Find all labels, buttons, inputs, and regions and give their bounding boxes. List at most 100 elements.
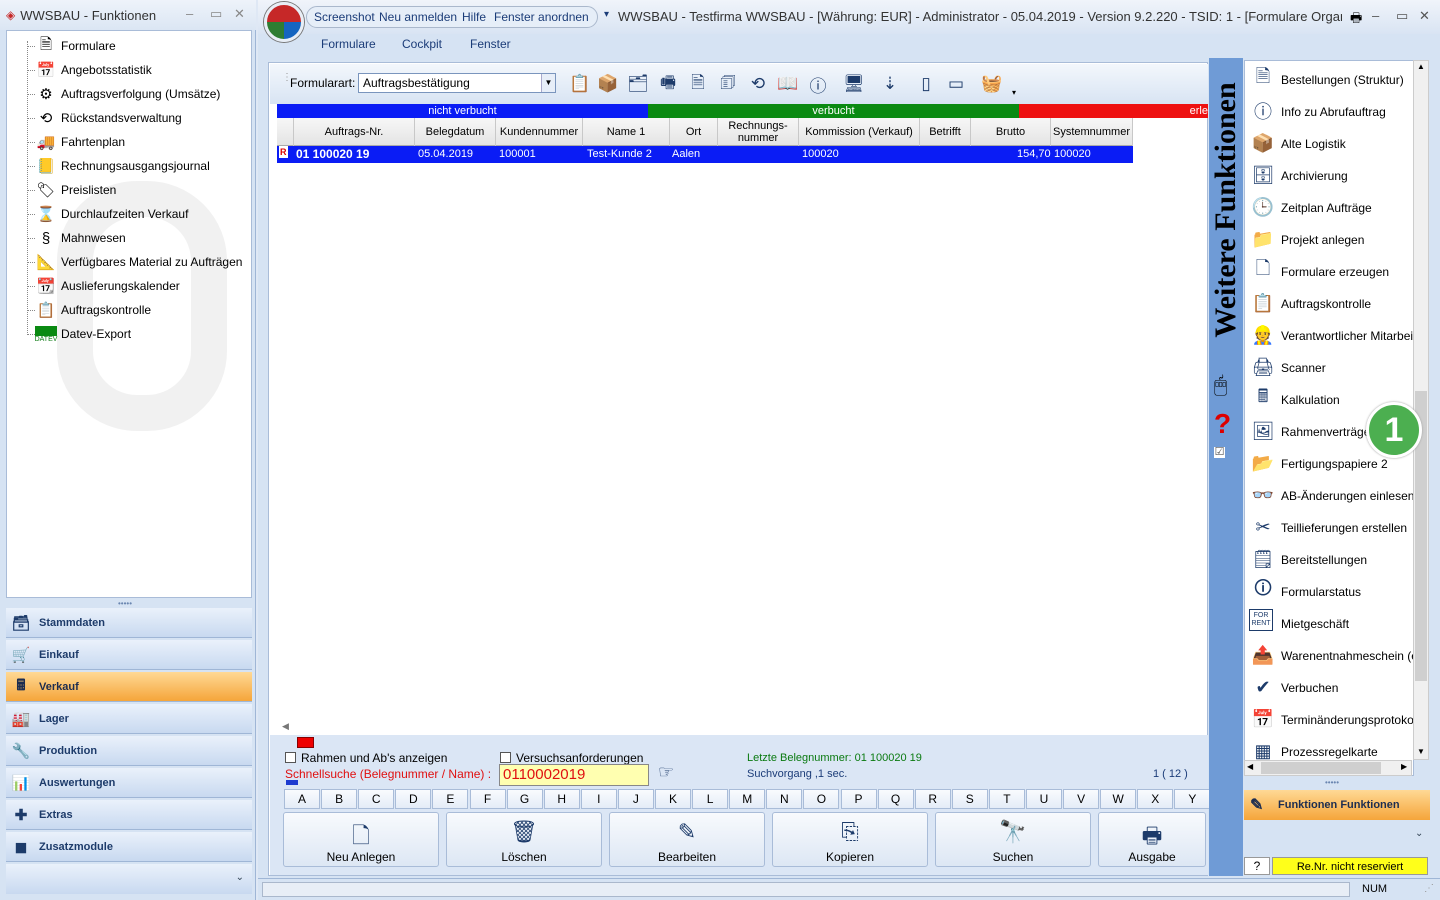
- function-item[interactable]: Prozessregelkarte: [1281, 745, 1378, 759]
- löschen-button[interactable]: 🗑 Löschen: [446, 812, 602, 867]
- nav-stammdaten[interactable]: 🗃 Stammdaten: [6, 608, 252, 638]
- letter-filter-h[interactable]: H: [543, 789, 580, 809]
- letter-filter-f[interactable]: F: [469, 789, 506, 809]
- col-systemnummer[interactable]: Systemnummer: [1051, 118, 1133, 146]
- function-item[interactable]: Warenentnahmeschein (ein: [1281, 649, 1413, 663]
- print-icon[interactable]: 🖶: [1350, 9, 1362, 31]
- rahmen-checkbox[interactable]: [285, 752, 296, 763]
- chevron-down-icon[interactable]: ⌄: [236, 872, 244, 883]
- letter-filter-a[interactable]: A: [284, 789, 320, 809]
- letter-filter-p[interactable]: P: [840, 789, 877, 809]
- function-item[interactable]: Alte Logistik: [1281, 137, 1346, 151]
- letter-filter-e[interactable]: E: [432, 789, 469, 809]
- scroll-left-icon[interactable]: ◀: [282, 721, 289, 732]
- function-item[interactable]: Verantwortlicher Mitarbeiter: [1281, 329, 1413, 343]
- letter-filter-v[interactable]: V: [1063, 789, 1100, 809]
- scroll-down-icon[interactable]: ▼: [1417, 747, 1425, 756]
- col-ort[interactable]: Ort: [670, 118, 718, 146]
- function-item[interactable]: Scanner: [1281, 361, 1326, 375]
- schnellsuche-input[interactable]: 0110002019: [499, 764, 649, 786]
- scroll-right-icon[interactable]: ▶: [1401, 762, 1407, 771]
- dropdown-arrow-icon[interactable]: ▼: [541, 74, 555, 92]
- splitter-grip[interactable]: •••••: [1325, 778, 1339, 787]
- letter-filter-l[interactable]: L: [692, 789, 729, 809]
- col-kundennummer[interactable]: Kundennummer: [496, 118, 583, 146]
- tree-item[interactable]: Preislisten: [61, 179, 116, 201]
- pin-checkbox-icon[interactable]: ☑: [1214, 447, 1225, 458]
- letter-filter-w[interactable]: W: [1100, 789, 1137, 809]
- letter-filter-n[interactable]: N: [766, 789, 803, 809]
- letter-filter-k[interactable]: K: [655, 789, 691, 809]
- nav-zusatzmodule[interactable]: ◼ Zusatzmodule: [6, 832, 252, 862]
- formularart-select[interactable]: Auftragsbestätigung ▼: [358, 73, 556, 93]
- tree-item[interactable]: Auslieferungskalender: [61, 275, 180, 297]
- tree-item[interactable]: Rechnungsausgangsjournal: [61, 155, 210, 177]
- app-orb-button[interactable]: [264, 2, 304, 42]
- scroll-left-icon[interactable]: ◀: [1247, 762, 1253, 771]
- function-item[interactable]: Rahmenverträge: [1281, 425, 1370, 439]
- monitor-icon[interactable]: 🖥: [842, 72, 866, 96]
- table-row[interactable]: R 01 100020 19 05.04.2019 100001 Test-Ku…: [277, 146, 1133, 163]
- nav-verkauf[interactable]: 🖩 Verkauf: [6, 672, 252, 702]
- info-doc-icon[interactable]: ⓘ: [806, 72, 830, 96]
- minimize-icon[interactable]: –: [1372, 8, 1379, 23]
- function-item[interactable]: Verbuchen: [1281, 681, 1338, 695]
- function-item[interactable]: Zeitplan Aufträge: [1281, 201, 1372, 215]
- function-item[interactable]: Bereitstellungen: [1281, 553, 1367, 567]
- tree-item[interactable]: Auftragsverfolgung (Umsätze): [61, 83, 220, 105]
- letter-filter-u[interactable]: U: [1026, 789, 1062, 809]
- function-item[interactable]: Teillieferungen erstellen: [1281, 521, 1407, 535]
- menu-formulare[interactable]: Formulare: [321, 37, 376, 51]
- tree-item[interactable]: Auftragskontrolle: [61, 299, 151, 321]
- letter-filter-o[interactable]: O: [803, 789, 840, 809]
- documents-icon[interactable]: 🗂: [626, 72, 650, 96]
- col-brutto[interactable]: Brutto: [971, 118, 1051, 146]
- function-item[interactable]: Projekt anlegen: [1281, 233, 1364, 247]
- letter-filter-m[interactable]: M: [729, 789, 766, 809]
- letter-filter-i[interactable]: I: [580, 789, 617, 809]
- nav-produktion[interactable]: 🔧 Produktion: [6, 736, 252, 766]
- fax-icon[interactable]: 🖷: [656, 72, 680, 96]
- function-item[interactable]: Auftragskontrolle: [1281, 297, 1371, 311]
- basket-icon[interactable]: 🧺: [980, 72, 1004, 96]
- screenshot-link[interactable]: Screenshot: [314, 10, 375, 24]
- package-icon[interactable]: 📦: [596, 72, 620, 96]
- col-rechnungsnummer[interactable]: Rechnungs- nummer: [718, 118, 799, 146]
- nav-lager[interactable]: 🏭 Lager: [6, 704, 252, 734]
- col-kommission[interactable]: Kommission (Verkauf): [799, 118, 920, 146]
- tree-item[interactable]: Verfügbares Material zu Aufträgen: [61, 251, 242, 273]
- close-icon[interactable]: ✕: [1419, 8, 1430, 24]
- book-delete-icon[interactable]: 📖: [776, 72, 800, 96]
- clipboard-icon[interactable]: 📋: [568, 72, 592, 96]
- tree-item[interactable]: Fahrtenplan: [61, 131, 125, 153]
- maximize-icon[interactable]: ▭: [210, 6, 222, 22]
- chevron-down-icon[interactable]: ⌄: [1415, 828, 1423, 839]
- vertical-scrollbar[interactable]: ▲ ▼: [1413, 60, 1429, 760]
- nav-einkauf[interactable]: 🛒 Einkauf: [6, 640, 252, 670]
- hand-pointer-icon[interactable]: ☞: [658, 762, 674, 783]
- page-frame-icon[interactable]: ▯: [914, 72, 938, 96]
- letter-filter-j[interactable]: J: [617, 789, 654, 809]
- function-item[interactable]: Bestellungen (Struktur): [1281, 73, 1404, 87]
- nav-overflow[interactable]: ⌄: [6, 864, 252, 894]
- ausgabe-button[interactable]: 🖶 Ausgabe: [1098, 812, 1206, 867]
- menu-cockpit[interactable]: Cockpit: [402, 37, 442, 51]
- letter-filter-s[interactable]: S: [951, 789, 988, 809]
- relogin-link[interactable]: Neu anmelden: [379, 10, 457, 24]
- history-icon[interactable]: ⟲: [746, 72, 770, 96]
- toolbar-overflow-icon[interactable]: ▾: [1012, 88, 1016, 97]
- function-item[interactable]: Info zu Abrufauftrag: [1281, 105, 1386, 119]
- versuch-checkbox[interactable]: [500, 752, 511, 763]
- help-button[interactable]: ?: [1244, 857, 1270, 875]
- letter-filter-g[interactable]: G: [506, 789, 543, 809]
- function-item[interactable]: Formulare erzeugen: [1281, 265, 1389, 279]
- mouse-icon[interactable]: 🖱: [1214, 372, 1227, 398]
- letter-filter-x[interactable]: X: [1137, 789, 1174, 809]
- letter-filter-d[interactable]: D: [395, 789, 432, 809]
- resize-grip-icon[interactable]: ⋰: [1424, 883, 1434, 894]
- sort-down-icon[interactable]: ⇣: [878, 72, 902, 96]
- tree-item[interactable]: Mahnwesen: [61, 227, 126, 249]
- function-item[interactable]: Archivierung: [1281, 169, 1348, 183]
- tree-item[interactable]: Datev-Export: [61, 323, 131, 345]
- minimize-icon[interactable]: –: [186, 6, 193, 21]
